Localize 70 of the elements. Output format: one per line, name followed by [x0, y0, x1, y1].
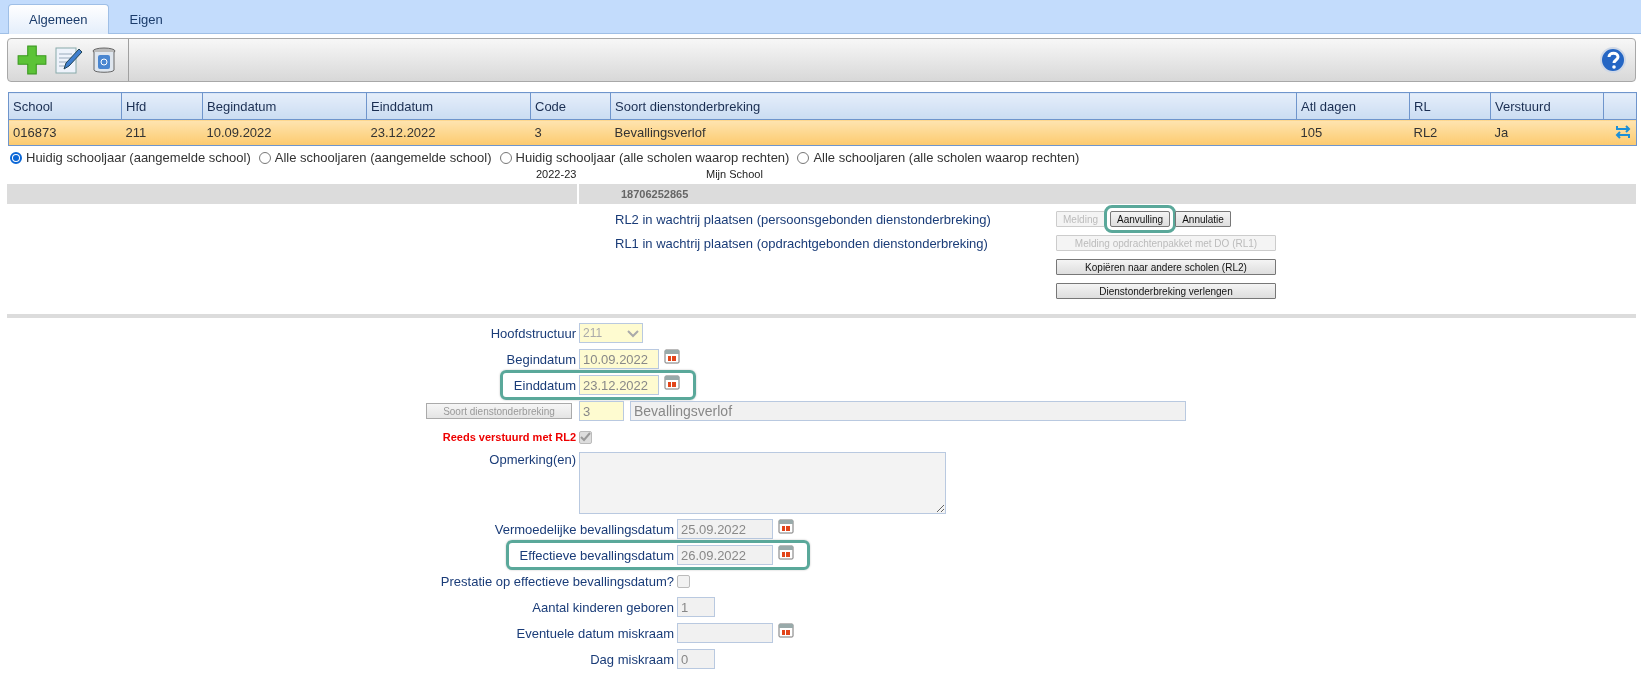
date-field[interactable]: 23.12.2022	[579, 375, 659, 395]
school-year: 2022-23	[536, 167, 578, 180]
checkbox[interactable]	[677, 574, 690, 588]
description-field[interactable]: Bevallingsverlof	[630, 401, 1186, 421]
table-cell: 23.12.2022	[366, 119, 531, 146]
calendar-icon[interactable]	[778, 622, 794, 638]
code-field[interactable]: 3	[579, 401, 624, 421]
tab[interactable]: Algemeen	[8, 4, 109, 34]
action-label: RL2 in wachtrij plaatsen (persoonsgebonden dienstonderbreking)	[615, 210, 992, 228]
add-icon[interactable]	[16, 44, 48, 76]
table-cell: RL2	[1409, 119, 1491, 146]
calendar-icon[interactable]	[664, 374, 680, 390]
table-cell: Bevallingsverlof	[610, 119, 1297, 146]
field-label: Einddatum	[513, 377, 576, 393]
field-label: Dag miskraam	[590, 651, 674, 667]
date-field[interactable]	[677, 623, 773, 643]
column-header: RL	[1409, 92, 1491, 120]
radio-button[interactable]	[797, 151, 810, 164]
chevron-down-icon	[627, 328, 639, 338]
field-label: Effectieve bevallingsdatum	[519, 547, 674, 563]
date-field[interactable]: 25.09.2022	[677, 519, 773, 539]
radio-button[interactable]	[258, 151, 271, 164]
radio-label[interactable]: Huidig schooljaar (alle scholen waarop rechten)	[515, 150, 790, 165]
radio-label[interactable]: Alle schooljaren (alle scholen waarop rechten)	[813, 150, 1080, 165]
column-header: School	[8, 92, 122, 120]
radio-button[interactable]	[499, 151, 512, 164]
action-label: RL1 in wachtrij plaatsen (opdrachtgebonden dienstonderbreking)	[615, 234, 989, 252]
table-cell: 211	[121, 119, 203, 146]
remarks-field[interactable]	[579, 452, 946, 514]
table-cell: Ja	[1490, 119, 1604, 146]
number-field[interactable]: 1	[677, 597, 715, 617]
column-header: Soort dienstonderbreking	[610, 92, 1297, 120]
field-label: Prestatie op effectieve bevallingsdatum?	[440, 573, 674, 589]
edit-icon[interactable]	[52, 44, 84, 76]
column-header: Einddatum	[366, 92, 531, 120]
table-cell: 016873	[8, 119, 122, 146]
date-field[interactable]: 10.09.2022	[579, 349, 659, 369]
tab[interactable]: Eigen	[108, 4, 184, 33]
field-label: Hoofdstructuur	[490, 325, 576, 341]
calendar-icon[interactable]	[664, 348, 680, 364]
radio-button[interactable]	[10, 151, 22, 164]
action-button[interactable]: Annulatie	[1175, 211, 1231, 227]
field-label: Aantal kinderen geboren	[532, 599, 674, 615]
column-header: Begindatum	[202, 92, 367, 120]
school-name: Mijn School	[706, 167, 763, 180]
column-header: Atl dagen	[1296, 92, 1410, 120]
number-field[interactable]: 0	[677, 649, 715, 669]
field-label: Opmerking(en)	[489, 452, 576, 467]
checkbox[interactable]	[579, 430, 592, 444]
action-button[interactable]: Kopiëren naar andere scholen (RL2)	[1056, 259, 1276, 275]
table-cell: 10.09.2022	[202, 119, 367, 146]
field-label: Vermoedelijke bevallingsdatum	[494, 521, 674, 537]
radio-label[interactable]: Huidig schooljaar (aangemelde school)	[26, 150, 251, 165]
table-cell: 3	[530, 119, 611, 146]
table-cell: 105	[1296, 119, 1410, 146]
action-button[interactable]: Dienstonderbreking verlengen	[1056, 283, 1276, 299]
reference-number: 18706252865	[621, 187, 689, 201]
calendar-icon[interactable]	[778, 518, 794, 534]
date-field[interactable]: 26.09.2022	[677, 545, 773, 565]
swap-arrows-icon[interactable]	[1614, 122, 1632, 140]
column-header: Code	[530, 92, 611, 120]
radio-label[interactable]: Alle schooljaren (aangemelde school)	[274, 150, 492, 165]
column-header: Hfd	[121, 92, 203, 120]
field-label: Begindatum	[506, 351, 576, 367]
lookup-button[interactable]: Soort dienstonderbreking	[426, 403, 572, 419]
field-label: Reeds verstuurd met RL2	[442, 431, 576, 443]
field-label: Eventuele datum miskraam	[516, 625, 674, 641]
help-icon[interactable]	[1599, 46, 1627, 74]
column-header: Verstuurd	[1490, 92, 1604, 120]
calendar-icon[interactable]	[778, 544, 794, 560]
